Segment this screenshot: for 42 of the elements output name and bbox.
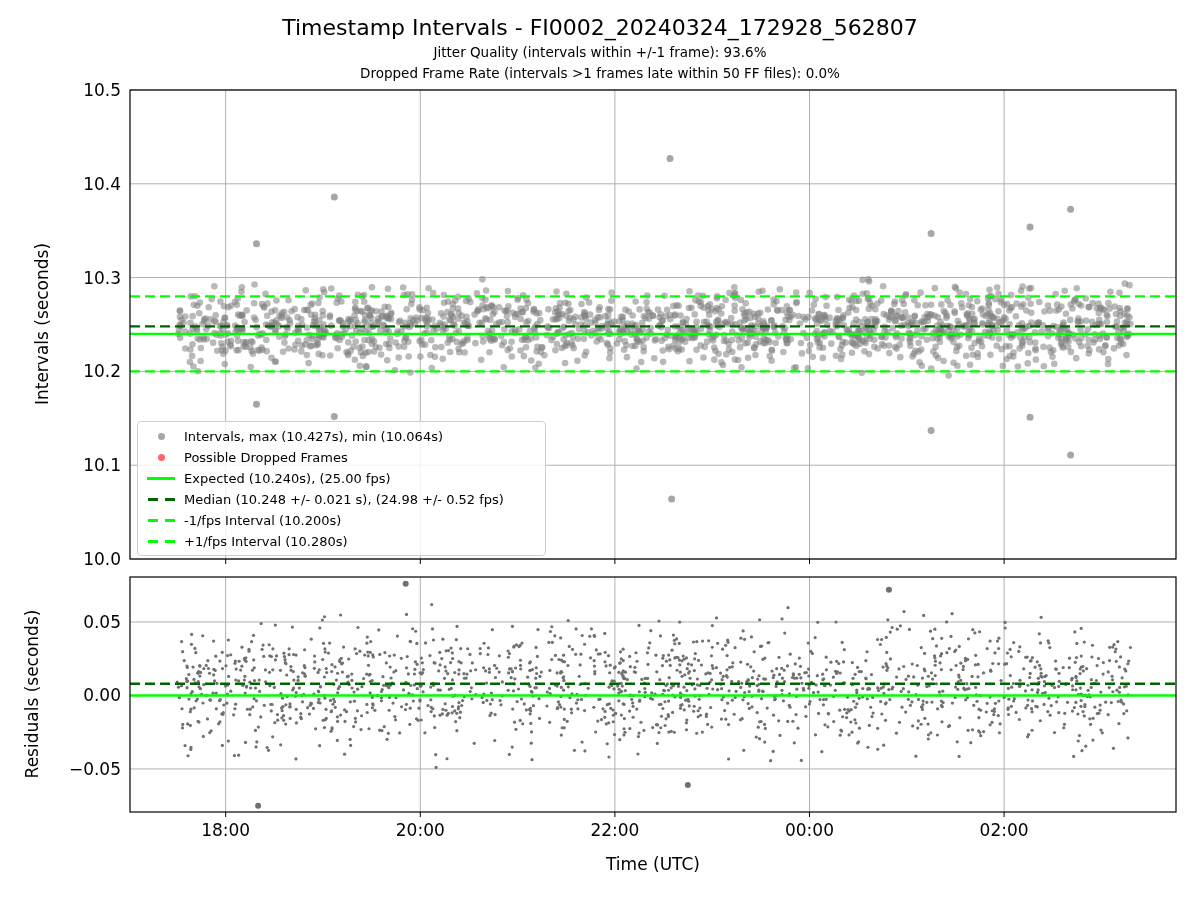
data-point [666,154,674,162]
chart-subtitle: Dropped Frame Rate (intervals >1 frames late within 50 FF files): 0.0% [360,64,840,83]
y-tick-label: 10.5 [83,80,121,100]
y-axis-label: Intervals (seconds) [32,242,52,406]
data-point [1026,413,1034,421]
data-point [1067,451,1075,459]
data-point [402,580,409,587]
legend-label: Median (10.248 +/- 0.021 s), (24.98 +/- 0.52 fps) [184,492,504,507]
legend-label: Expected (10.240s), (25.00 fps) [184,471,391,486]
y-axis-label: Residuals (seconds) [22,609,42,779]
y-tick-label: 0.05 [83,611,121,632]
data-point [1026,223,1034,231]
y-tick-label: 10.2 [83,361,121,382]
x-tick-label: 00:00 [785,820,834,840]
data-point [253,400,260,408]
chart-title: Timestamp Intervals - FI0002_20240324_172928_562807 [282,14,918,42]
y-tick-label: 0.00 [83,685,121,706]
legend-label: Intervals, max (10.427s), min (10.064s) [184,429,443,444]
x-tick-label: 18:00 [201,820,251,840]
x-axis-label: Time (UTC) [606,854,700,874]
data-point [330,412,338,420]
x-tick-label: 02:00 [979,820,1029,840]
y-tick-label: 10.0 [83,549,121,568]
data-point [684,782,691,789]
data-point [253,240,260,248]
data-point [330,193,338,201]
x-tick-label: 22:00 [590,820,640,840]
y-tick-label: −0.05 [68,758,121,779]
x-tick-label: 20:00 [395,820,445,840]
y-tick-label: 10.4 [83,173,121,194]
data-point [255,802,262,809]
y-tick-label: 10.1 [83,455,121,476]
legend-label: Possible Dropped Frames [184,450,348,465]
legend-label: +1/fps Interval (10.280s) [184,534,348,549]
legend-label: -1/fps Interval (10.200s) [184,513,342,528]
data-point [885,586,892,593]
data-point [1067,205,1075,213]
data-point [927,427,935,434]
data-point [668,495,676,503]
chart-subtitle: Jitter Quality (intervals within +/-1 frame): 93.6% [433,43,767,62]
y-tick-label: 10.3 [83,267,121,288]
data-point [927,230,935,237]
